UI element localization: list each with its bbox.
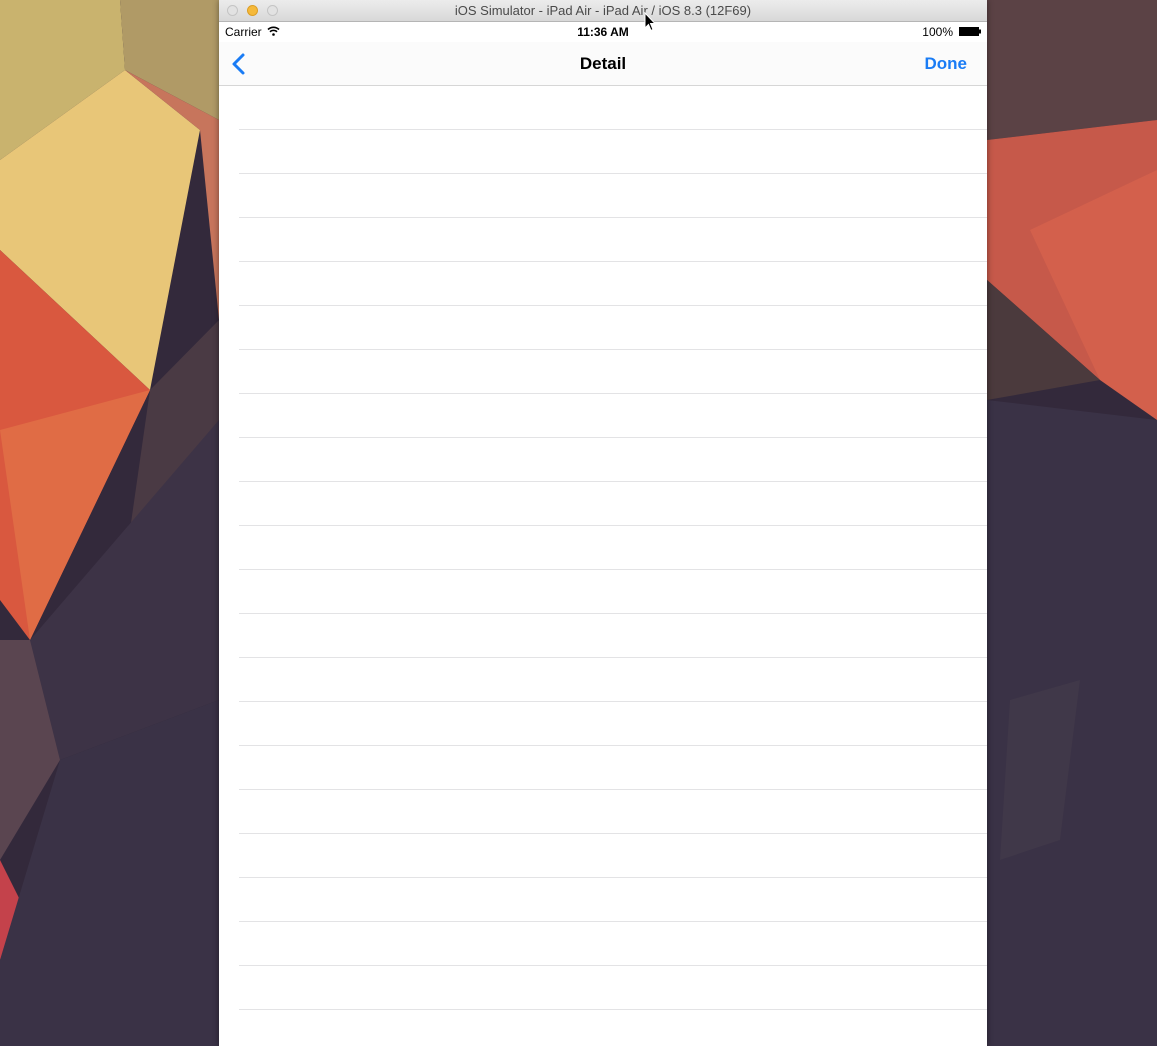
table-row[interactable] <box>239 262 987 306</box>
table-row[interactable] <box>239 86 987 130</box>
table-row[interactable] <box>239 614 987 658</box>
table-row[interactable] <box>239 746 987 790</box>
simulator-window: iOS Simulator - iPad Air - iPad Air / iO… <box>219 0 987 1046</box>
table-row[interactable] <box>239 834 987 878</box>
done-button[interactable]: Done <box>925 54 968 74</box>
table-row[interactable] <box>239 130 987 174</box>
ios-status-bar: Carrier 11:36 AM 100% <box>219 22 987 42</box>
table-row[interactable] <box>239 790 987 834</box>
table-row[interactable] <box>239 702 987 746</box>
table-row[interactable] <box>239 966 987 1010</box>
table-row[interactable] <box>239 350 987 394</box>
table-row[interactable] <box>239 394 987 438</box>
table-view[interactable] <box>219 86 987 1046</box>
battery-percentage: 100% <box>922 25 953 39</box>
table-row[interactable] <box>239 526 987 570</box>
window-title: iOS Simulator - iPad Air - iPad Air / iO… <box>454 3 752 18</box>
table-row[interactable] <box>239 570 987 614</box>
table-row[interactable] <box>239 438 987 482</box>
battery-icon <box>959 27 981 36</box>
table-row[interactable] <box>239 306 987 350</box>
table-row[interactable] <box>239 878 987 922</box>
table-row[interactable] <box>239 482 987 526</box>
mouse-pointer-icon <box>644 12 656 32</box>
navigation-bar: Detail Done <box>219 42 987 86</box>
window-titlebar[interactable]: iOS Simulator - iPad Air - iPad Air / iO… <box>219 0 987 22</box>
table-row[interactable] <box>239 922 987 966</box>
nav-title: Detail <box>579 54 627 73</box>
table-row[interactable] <box>239 658 987 702</box>
table-row[interactable] <box>239 218 987 262</box>
table-row[interactable] <box>239 174 987 218</box>
status-time: 11:36 AM <box>577 25 629 39</box>
